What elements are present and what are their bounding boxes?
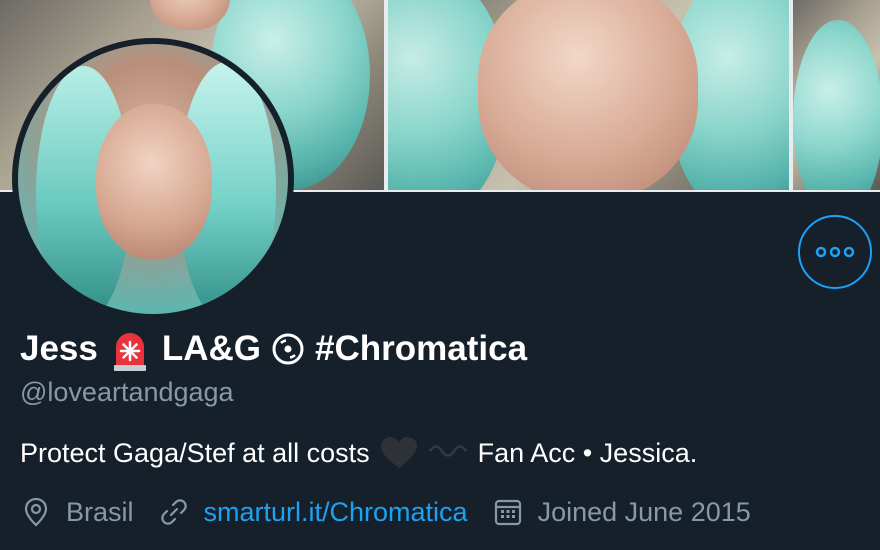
location-text: Brasil [66,496,134,527]
black-heart-icon [380,437,417,468]
profile-meta: Brasil smarturl.it/Chromatica Joined Jun… [20,492,775,532]
banner-photo-3 [793,0,880,190]
display-name-part-1: Jess [20,329,98,368]
wave-dash-icon [428,445,467,457]
display-name-part-2: LA&G [161,329,262,368]
record-disc-icon [272,333,304,365]
website-item[interactable]: smarturl.it/Chromatica [158,496,468,528]
banner-photo-2 [388,0,789,190]
avatar-image [18,44,288,314]
location-pin-icon [24,497,48,527]
link-icon [160,499,187,525]
profile-bio: Protect Gaga/Stef at all costs Fan Acc •… [20,430,697,476]
display-name-part-3: #Chromatica [315,329,528,368]
website-link[interactable]: smarturl.it/Chromatica [204,497,468,528]
display-name: Jess LA&G #Chromatica [20,324,527,374]
user-handle: @loveartandgaga [20,377,234,407]
bio-text-2: Fan Acc • Jessica. [477,437,698,468]
police-light-icon [113,333,146,371]
profile-avatar[interactable] [12,38,294,320]
location-item: Brasil [20,496,134,528]
joined-item: Joined June 2015 [492,496,751,528]
more-options-button[interactable] [798,215,872,289]
bio-text-1: Protect Gaga/Stef at all costs [20,437,370,468]
more-options-icon [815,246,855,258]
calendar-icon [494,499,521,526]
joined-text: Joined June 2015 [537,496,751,527]
